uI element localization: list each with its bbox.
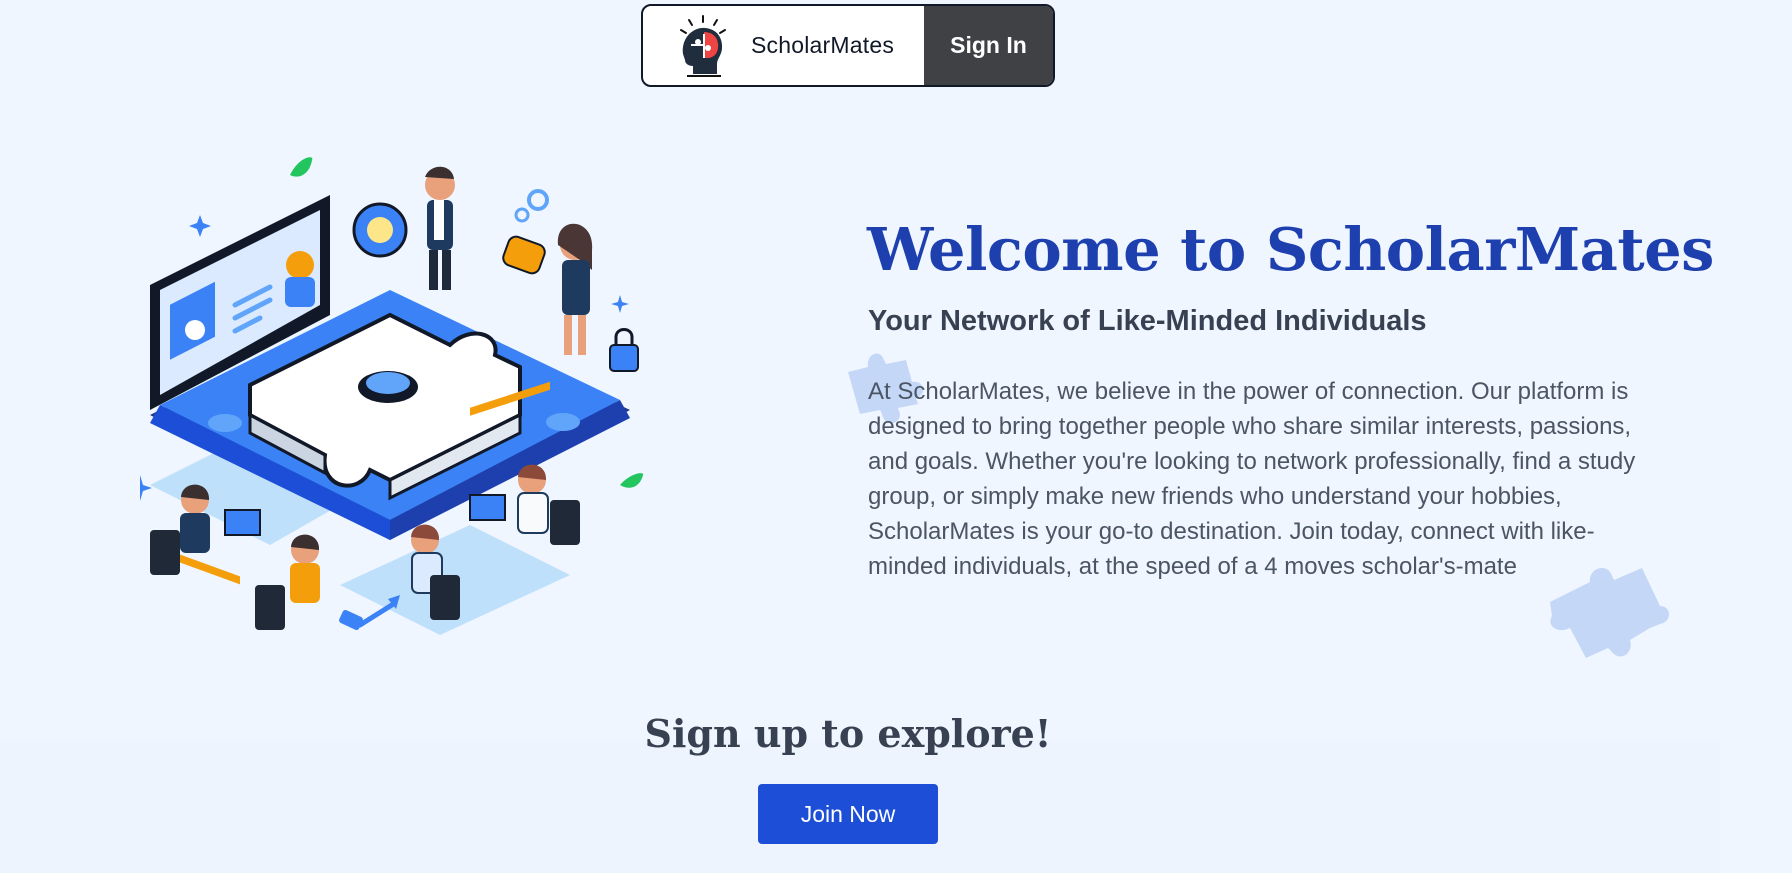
brand-name: ScholarMates <box>751 32 895 58</box>
top-nav: ScholarMates Sign In <box>641 4 1055 87</box>
hero-title: Welcome to ScholarMates <box>867 215 1714 284</box>
join-now-button[interactable]: Join Now <box>758 784 938 844</box>
cta-title: Sign up to explore! <box>644 711 1052 756</box>
hero-subtitle: Your Network of Like-Minded Individuals <box>868 305 1427 337</box>
hero-description: At ScholarMates, we believe in the power… <box>868 378 1636 580</box>
sign-in-button[interactable]: Sign In <box>924 6 1053 85</box>
team-puzzle-illustration <box>140 157 644 635</box>
landing-page: ScholarMates Sign In Welcome to ScholarM… <box>0 0 1792 873</box>
brand-link[interactable]: ScholarMates <box>643 6 924 85</box>
puzzle-head-icon <box>680 14 726 77</box>
